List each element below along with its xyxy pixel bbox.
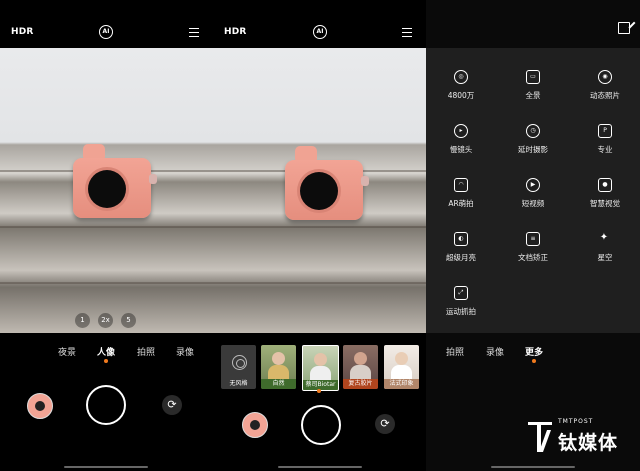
mode-super-moon[interactable]: ◐ 超级月亮 [426,232,496,272]
shutter-button[interactable] [301,405,341,445]
active-mode-indicator [104,359,108,363]
more-modes-screen: ◎ 4800万 ▭ 全景 ◉ 动态照片 ▸ 慢镜头 ◷ 延时摄影 P 专业 ◠ … [426,0,640,471]
filter-none[interactable]: 无风格 [221,345,256,389]
tab-more[interactable]: 更多 [525,345,543,358]
subject-toy-camera [285,146,369,220]
menu-icon[interactable] [402,28,412,37]
motion-photo-icon: ◉ [598,70,612,84]
switch-camera-icon[interactable]: ⟳ [375,414,395,434]
mode-motion-photo[interactable]: ◉ 动态照片 [570,70,640,110]
document-icon: ≡ [526,232,540,246]
portrait-mode-screen: HDR AI 1 2x 5 夜景 人像 拍照 录像 ⟳ [0,0,213,471]
pro-icon: P [598,124,612,138]
filter-natural[interactable]: 自然 [261,345,296,389]
mode-document[interactable]: ≡ 文档矫正 [498,232,568,272]
filter-strip: 无风格 自然 蔡司Biotar 复古胶片 法式印象 [221,345,426,391]
tab-photo[interactable]: 拍照 [446,345,464,358]
zoom-1x-button[interactable]: 1 [75,313,90,328]
top-bar: HDR AI [0,0,213,48]
starry-sky-icon: ✦ [599,232,609,243]
super-moon-icon: ◐ [454,232,468,246]
mode-ar[interactable]: ◠ AR萌拍 [426,178,496,218]
mode-panorama[interactable]: ▭ 全景 [498,70,568,110]
mode-smart-vision[interactable]: ● 智慧视觉 [570,178,640,218]
selected-filter-indicator [317,389,321,393]
top-bar: HDR AI [213,0,426,48]
ai-icon[interactable]: AI [313,25,327,39]
shutter-button[interactable] [86,385,126,425]
subject-toy-camera [73,144,157,218]
home-indicator [64,466,148,468]
watermark-logo: TMTPOST 钛媒体 [528,418,628,460]
active-mode-indicator [532,359,536,363]
tab-video[interactable]: 录像 [486,345,504,358]
mode-sport-capture[interactable]: ⤢ 运动抓拍 [426,286,496,326]
gallery-thumbnail[interactable] [242,412,268,438]
tab-video[interactable]: 录像 [176,345,194,358]
tmtpost-logo-icon [528,422,554,454]
timelapse-icon: ◷ [526,124,540,138]
tab-photo[interactable]: 拍照 [137,345,155,358]
home-indicator [278,466,362,468]
tab-portrait[interactable]: 人像 [97,345,115,358]
mode-starry-sky[interactable]: ✦ 星空 [570,232,640,272]
zoom-2x-button[interactable]: 2x [98,313,113,328]
hdr-toggle[interactable]: HDR [224,27,247,37]
filter-retro-film[interactable]: 复古胶片 [343,345,378,389]
4800-icon: ◎ [454,70,468,84]
smart-vision-icon: ● [598,178,612,192]
mode-48mp[interactable]: ◎ 4800万 [426,70,496,110]
no-style-icon [232,355,247,370]
ar-icon: ◠ [454,178,468,192]
zoom-5x-button[interactable]: 5 [121,313,136,328]
slow-motion-icon: ▸ [454,124,468,138]
menu-icon[interactable] [189,28,199,37]
gallery-thumbnail[interactable] [27,393,53,419]
mode-timelapse[interactable]: ◷ 延时摄影 [498,124,568,164]
tab-night[interactable]: 夜景 [58,345,76,358]
viewfinder[interactable] [0,48,213,333]
mode-slow-motion[interactable]: ▸ 慢镜头 [426,124,496,164]
filter-french-impression[interactable]: 法式印象 [384,345,419,389]
edit-icon[interactable] [618,22,630,34]
hdr-toggle[interactable]: HDR [11,27,34,37]
mode-tabs: 夜景 人像 拍照 录像 [0,345,213,359]
sport-capture-icon: ⤢ [454,286,468,300]
mode-short-video[interactable]: ▶ 短视频 [498,178,568,218]
filter-screen: HDR AI 无风格 自然 蔡司Biotar 复古胶片 法式印象 ⟳ [213,0,426,471]
more-modes-grid: ◎ 4800万 ▭ 全景 ◉ 动态照片 ▸ 慢镜头 ◷ 延时摄影 P 专业 ◠ … [426,48,640,333]
filter-zeiss-biotar[interactable]: 蔡司Biotar [302,345,339,391]
home-indicator [491,466,575,468]
mode-tabs: 拍照 录像 更多 [426,345,640,359]
mode-pro[interactable]: P 专业 [570,124,640,164]
viewfinder[interactable] [213,48,426,333]
ai-icon[interactable]: AI [99,25,113,39]
short-video-icon: ▶ [526,178,540,192]
switch-camera-icon[interactable]: ⟳ [162,395,182,415]
panorama-icon: ▭ [526,70,540,84]
